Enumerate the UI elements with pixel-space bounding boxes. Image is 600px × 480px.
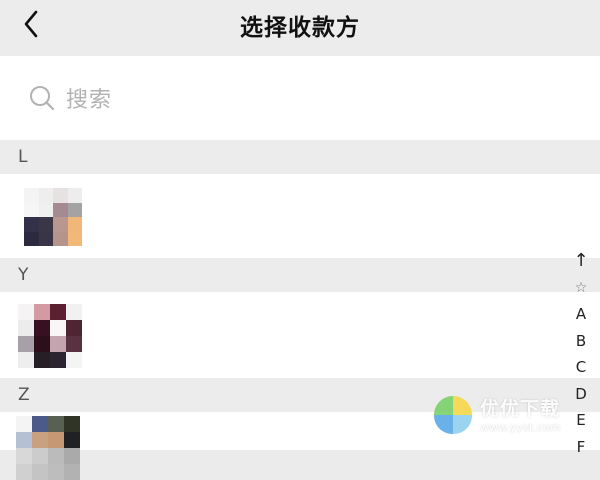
nav-bar: 选择收款方: [0, 0, 600, 56]
contact-row[interactable]: [0, 292, 600, 378]
search-placeholder: 搜索: [66, 88, 113, 113]
section-header-l: L: [0, 140, 600, 174]
search-bar: 搜索: [0, 56, 600, 140]
avatar: [16, 416, 80, 480]
watermark-url: www.yyxt.com: [480, 421, 561, 434]
search-icon: [30, 86, 55, 111]
watermark-text: 优优下载: [480, 398, 561, 420]
section-letter: L: [18, 147, 28, 167]
watermark-logo-icon: [434, 396, 472, 434]
avatar: [18, 304, 82, 368]
index-item-top[interactable]: ↑: [573, 248, 588, 275]
index-item-star[interactable]: ☆: [575, 275, 588, 302]
section-letter: Y: [18, 265, 29, 285]
contact-row[interactable]: [0, 174, 600, 258]
section-letter: Z: [18, 385, 30, 405]
watermark: 优优下载 www.yyxt.com: [430, 392, 580, 442]
page-title: 选择收款方: [240, 15, 360, 41]
index-item-b[interactable]: B: [576, 328, 586, 355]
section-header-y: Y: [0, 258, 600, 292]
index-item-a[interactable]: A: [576, 301, 586, 328]
index-item-c[interactable]: C: [576, 354, 586, 381]
search-input[interactable]: 搜索: [28, 80, 548, 116]
avatar: [24, 188, 82, 246]
